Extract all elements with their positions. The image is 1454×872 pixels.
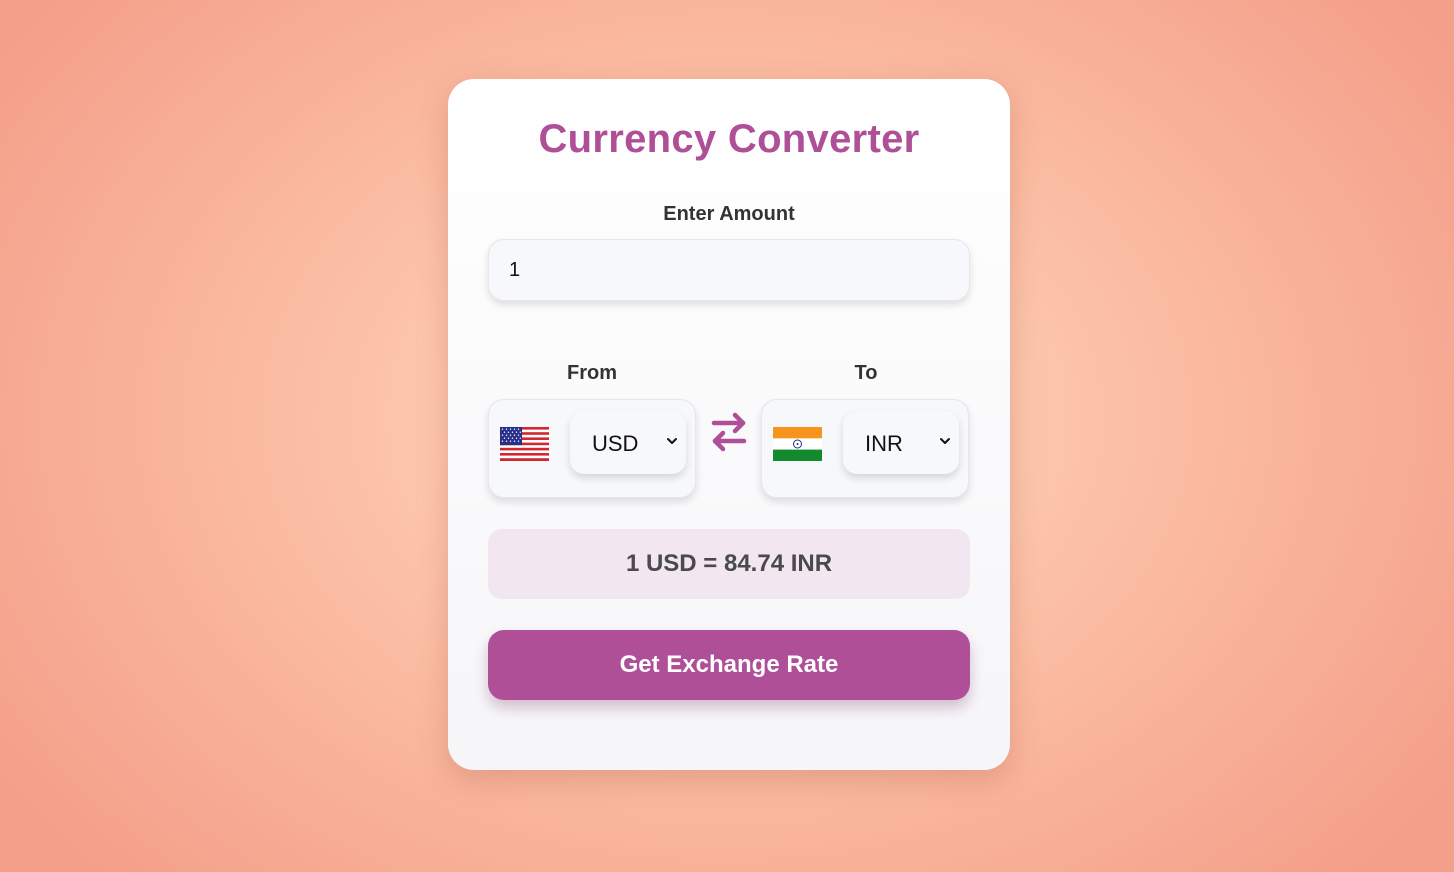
us-flag-icon	[500, 427, 549, 461]
swap-arrows-icon[interactable]	[709, 410, 749, 454]
get-exchange-rate-button[interactable]: Get Exchange Rate	[488, 630, 970, 700]
from-currency-value: USD	[592, 431, 639, 456]
page-title: Currency Converter	[538, 117, 920, 161]
chevron-down-icon	[667, 438, 677, 444]
converter-card: Currency Converter Enter Amount From To	[448, 79, 1010, 770]
to-label: To	[854, 362, 878, 384]
chevron-down-icon	[940, 438, 950, 444]
from-label: From	[567, 362, 617, 384]
amount-input[interactable]	[488, 239, 970, 301]
to-currency-container: INR	[761, 399, 969, 498]
exchange-result: 1 USD = 84.74 INR	[488, 529, 970, 599]
from-currency-select[interactable]: USD	[570, 411, 686, 474]
india-flag-icon	[773, 427, 822, 461]
to-currency-select[interactable]: INR	[843, 411, 959, 474]
amount-label: Enter Amount	[663, 203, 795, 225]
to-currency-value: INR	[865, 431, 903, 456]
from-currency-container: USD	[488, 399, 696, 498]
